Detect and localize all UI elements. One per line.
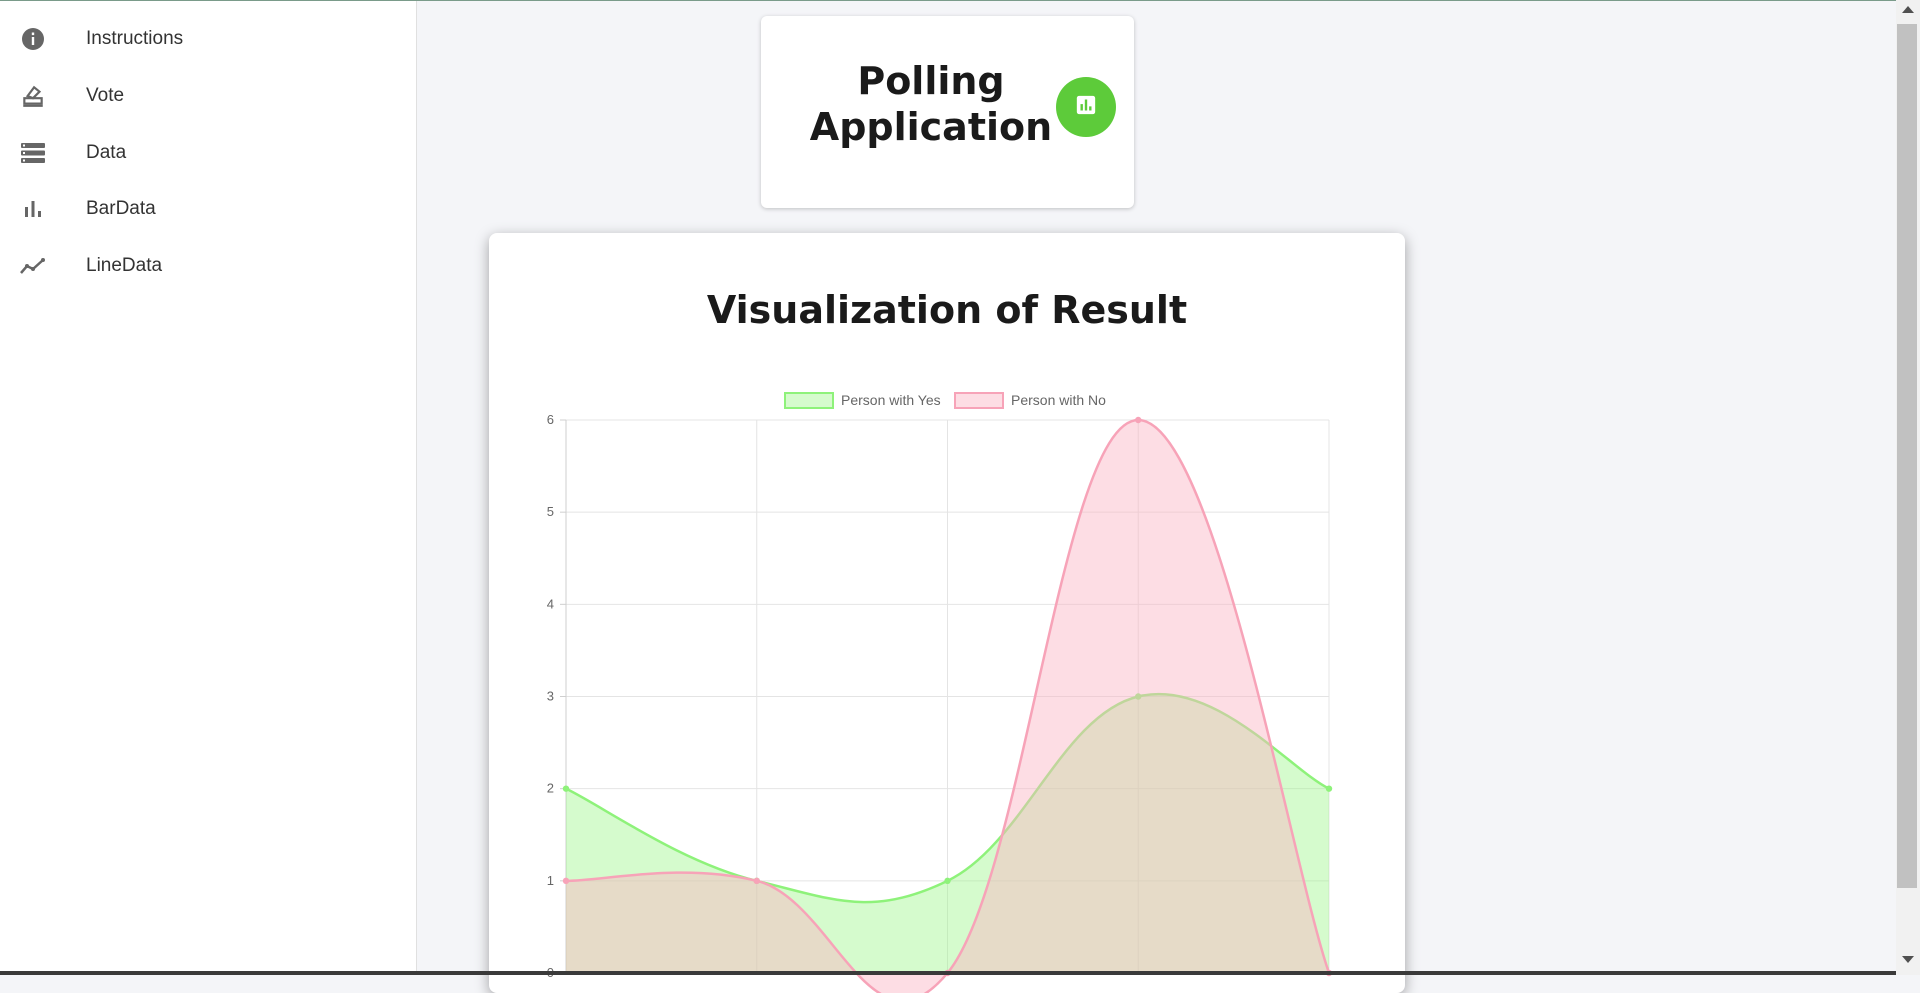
data-point[interactable] (1135, 416, 1142, 424)
sidebar-item-label: Vote (86, 85, 125, 106)
storage-icon (19, 139, 47, 167)
ballot-icon (19, 82, 47, 110)
data-point[interactable] (562, 785, 570, 792)
bottom-edge (0, 971, 1896, 975)
scroll-up-arrow-icon[interactable] (1902, 6, 1914, 13)
legend-label[interactable]: Person with Yes (841, 392, 941, 408)
poll-icon (1075, 94, 1097, 121)
app-header-card: Polling Application (761, 16, 1134, 208)
data-point[interactable] (562, 877, 570, 885)
data-point[interactable] (1325, 785, 1333, 792)
y-tick-label: 4 (547, 596, 554, 611)
data-point[interactable] (753, 877, 760, 885)
legend-label[interactable]: Person with No (1011, 392, 1106, 408)
sidebar-item-vote[interactable]: Vote (0, 68, 416, 124)
data-point[interactable] (944, 877, 951, 885)
legend-swatch[interactable] (784, 392, 834, 409)
scroll-down-arrow-icon[interactable] (1902, 956, 1914, 963)
app-title-line-1: Polling (857, 59, 1005, 103)
scrollbar-thumb[interactable] (1897, 24, 1917, 888)
y-tick-label: 3 (547, 689, 554, 704)
info-icon (19, 25, 47, 53)
sidebar-item-linedata[interactable]: LineData (0, 238, 416, 294)
y-tick-label: 1 (547, 873, 554, 888)
sidebar-item-instructions[interactable]: Instructions (0, 11, 416, 67)
sidebar: Instructions Vote Data BarData LineData (0, 1, 417, 975)
line-chart-icon (19, 252, 47, 280)
bar-chart-icon (19, 195, 47, 223)
sidebar-item-label: Data (86, 142, 127, 163)
y-tick-label: 6 (547, 412, 554, 427)
sidebar-item-data[interactable]: Data (0, 125, 416, 181)
app-title-line-2: Application (809, 105, 1053, 149)
app-title: Polling Application (801, 58, 1061, 150)
sidebar-item-label: BarData (86, 198, 156, 219)
line-chart: 0123456 Person with YesPerson with No (547, 392, 1333, 993)
sidebar-item-label: Instructions (86, 28, 184, 49)
chart-card: Visualization of Result 0123456 Person w… (489, 233, 1405, 993)
legend-swatch[interactable] (954, 392, 1004, 409)
sidebar-item-label: LineData (86, 255, 163, 276)
sidebar-item-bardata[interactable]: BarData (0, 181, 416, 237)
poll-button[interactable] (1056, 77, 1116, 137)
y-tick-label: 5 (547, 504, 554, 519)
y-tick-label: 2 (547, 781, 554, 796)
